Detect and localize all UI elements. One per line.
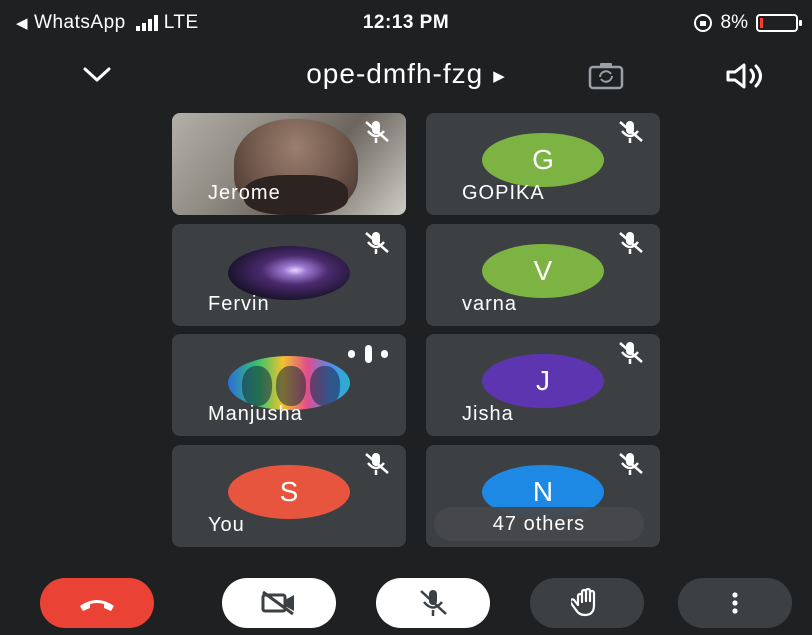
status-time: 12:13 PM	[362, 12, 450, 33]
mic-off-icon	[619, 232, 643, 254]
phone-hangup-icon	[80, 600, 114, 611]
status-right: 8%	[693, 12, 802, 34]
meeting-title[interactable]: ope-dmfh-fzg ▶	[0, 58, 812, 90]
participant-tile-others[interactable]: N 47 others	[426, 445, 660, 547]
battery-icon	[756, 14, 802, 32]
avatar: G	[482, 133, 604, 187]
end-call-button[interactable]	[40, 578, 154, 628]
participant-tile-varna[interactable]: V varna	[426, 224, 660, 326]
mic-off-icon	[619, 453, 643, 475]
participant-name: You	[208, 514, 245, 536]
participant-name: Manjusha	[208, 403, 303, 425]
participant-tile-fervin[interactable]: Fervin	[172, 224, 406, 326]
avatar: S	[228, 465, 350, 519]
participant-name: Jisha	[462, 403, 514, 425]
mic-off-icon	[619, 121, 643, 143]
avatar: J	[482, 354, 604, 408]
battery-percent: 8%	[720, 12, 748, 33]
participant-tile-manjusha[interactable]: Manjusha	[172, 334, 406, 436]
participant-name: Jerome	[208, 182, 281, 204]
speaker-icon[interactable]	[724, 62, 766, 90]
meeting-code: ope-dmfh-fzg	[306, 58, 484, 89]
participant-tile-you[interactable]: S You	[172, 445, 406, 547]
participant-name: GOPIKA	[462, 182, 545, 204]
switch-camera-icon[interactable]	[588, 62, 624, 90]
speaking-indicator-icon	[348, 344, 388, 364]
orientation-lock-icon	[693, 14, 712, 32]
camera-off-button[interactable]	[222, 578, 336, 628]
avatar: V	[482, 244, 604, 298]
avatar	[228, 246, 350, 300]
mic-off-icon	[365, 121, 389, 143]
hand-icon	[571, 587, 596, 617]
play-arrow-icon: ▶	[493, 67, 506, 85]
more-options-button[interactable]	[678, 578, 792, 628]
battery-level	[760, 18, 763, 28]
participant-name: Fervin	[208, 293, 270, 315]
participant-tile-gopika[interactable]: G GOPIKA	[426, 113, 660, 215]
mic-off-icon	[365, 232, 389, 254]
mic-off-icon	[420, 590, 447, 616]
participant-tile-jerome[interactable]: Jerome	[172, 113, 406, 215]
raise-hand-button[interactable]	[530, 578, 644, 628]
participant-name: varna	[462, 293, 518, 315]
video-off-icon	[261, 590, 294, 616]
avatar	[228, 356, 350, 410]
others-count-pill[interactable]: 47 others	[434, 507, 644, 541]
more-vert-icon	[732, 592, 738, 614]
meeting-header: ope-dmfh-fzg ▶	[0, 50, 812, 100]
mic-off-button[interactable]	[376, 578, 490, 628]
status-bar: ◀ WhatsApp LTE 12:13 PM 8%	[0, 0, 812, 44]
participant-tile-jisha[interactable]: J Jisha	[426, 334, 660, 436]
mic-off-icon	[365, 453, 389, 475]
mic-off-icon	[619, 342, 643, 364]
